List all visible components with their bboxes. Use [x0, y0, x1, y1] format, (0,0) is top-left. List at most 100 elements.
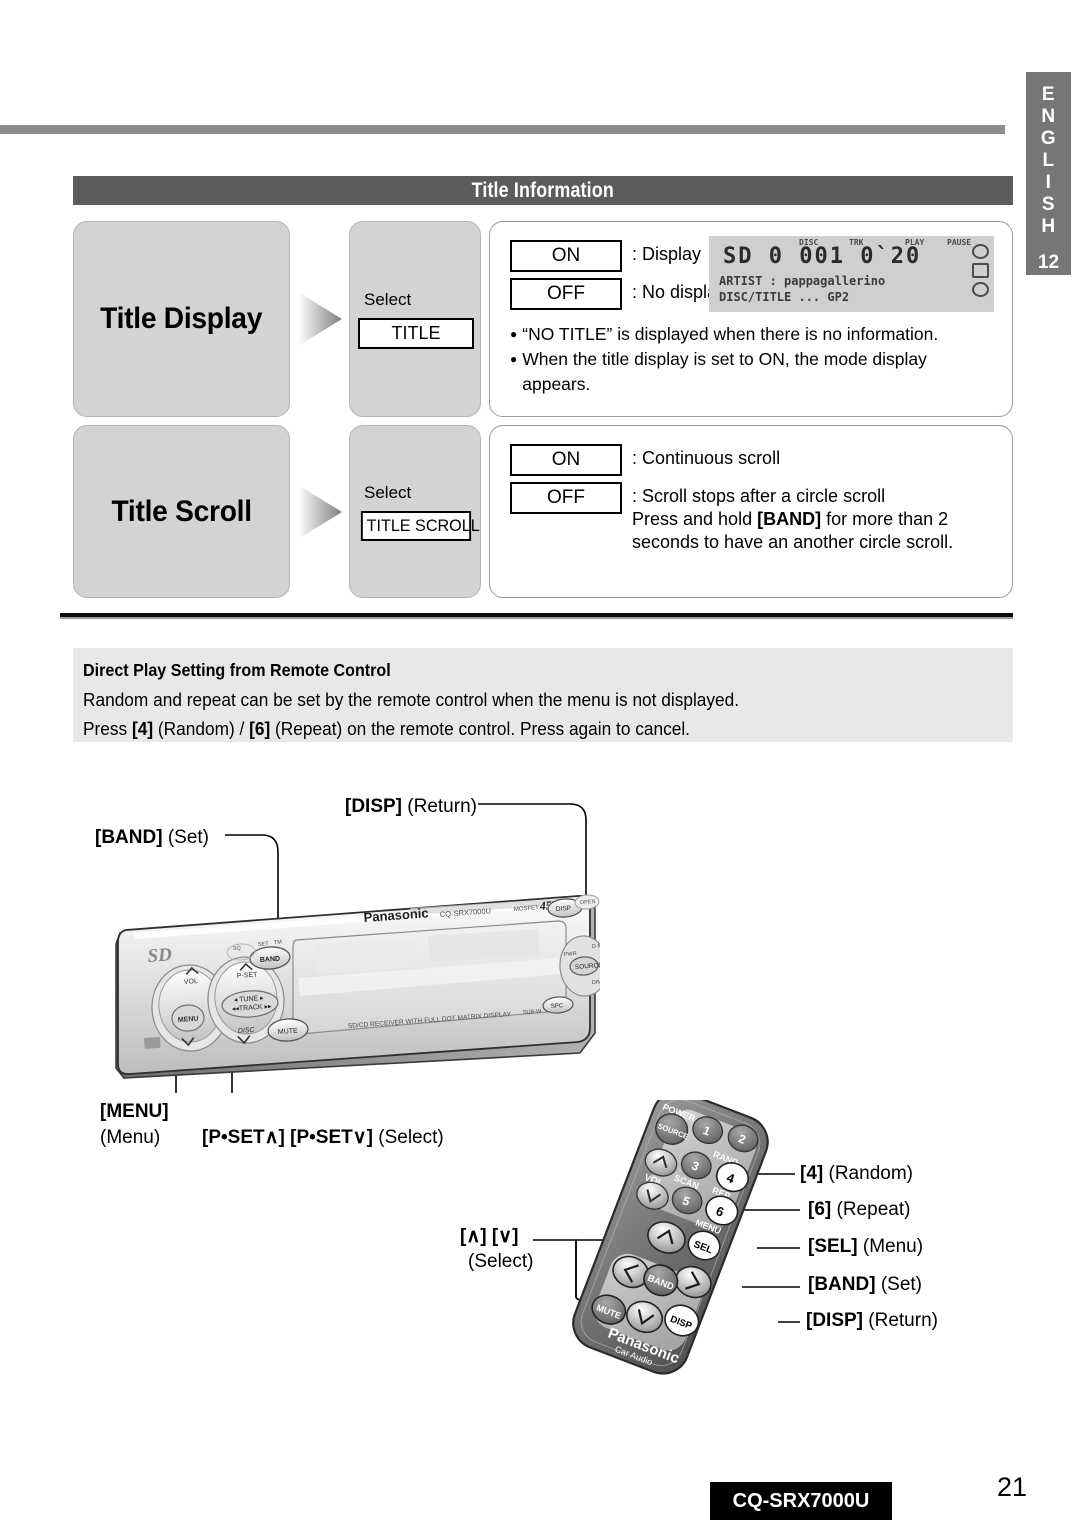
lcd-line-1: SD 0 001 0`20: [723, 244, 922, 269]
lcd-icon-circle-1: [972, 244, 989, 259]
band-button-label: BAND: [260, 956, 281, 964]
lcd-icon-square: [972, 263, 989, 278]
callout-rband-paren: (Set): [875, 1274, 922, 1295]
language-letter: L: [1042, 150, 1055, 171]
dp-mid: (Random) /: [153, 719, 250, 739]
top-divider-rule: [0, 125, 1005, 134]
dim-label: DIM: [592, 979, 600, 986]
lcd-line-2: ARTIST : pappagallerino: [719, 274, 886, 288]
callout-random-paren: (Random): [823, 1163, 913, 1184]
select-step-box: Select TITLE SCROLL: [349, 425, 481, 598]
note-item: ● When the title display is set to ON, t…: [510, 347, 992, 397]
pwr-label: PWR: [564, 951, 577, 958]
callout-rband-key: [BAND]: [808, 1274, 876, 1295]
lcd-status-icons: [972, 244, 989, 297]
menu-key-title-scroll[interactable]: TITLE SCROLL: [360, 510, 480, 541]
arrow-right-icon: [297, 292, 342, 346]
callout-random-key: [4]: [800, 1163, 824, 1184]
extra-line-2: seconds to have an another circle scroll…: [632, 532, 954, 552]
language-letter: G: [1040, 128, 1057, 149]
callout-repeat-key: [6]: [808, 1199, 832, 1220]
notes-list-title-display: ● “NO TITLE” is displayed when there is …: [510, 322, 992, 397]
detail-box-title-scroll: ON : Continuous scroll OFF : Scroll stop…: [489, 425, 1013, 598]
sd-card-logo: SD: [147, 944, 173, 967]
pset-label: P-SET: [237, 972, 259, 980]
callout-band-set: [BAND] (Set): [95, 826, 209, 850]
vol-label: VOL: [184, 978, 199, 986]
hardware-diagram: [BAND] (Set) [DISP] (Return) Panasonic C…: [0, 796, 1080, 1420]
callout-repeat-paren: (Repeat): [831, 1199, 911, 1220]
cd-logo: [144, 1036, 161, 1049]
arrow-right-icon: [297, 484, 342, 539]
language-letter: S: [1041, 194, 1056, 215]
language-letter: H: [1041, 216, 1056, 237]
extra-line-1: Press and hold [BAND] for more than 2: [632, 509, 949, 529]
option-row-on: ON : Continuous scroll: [510, 444, 992, 476]
option-desc-off: : Scroll stops after a circle scroll Pre…: [632, 482, 953, 554]
lcd-small-pause: PAUSE: [947, 238, 972, 247]
callout-band-paren: (Set): [162, 827, 209, 848]
menu-key-title[interactable]: TITLE: [358, 317, 474, 349]
footer-model-badge: CQ-SRX7000U: [710, 1482, 892, 1520]
band-key-ref: [BAND]: [757, 509, 822, 529]
callout-menu-key: [MENU]: [100, 1101, 169, 1122]
select-label: Select: [364, 289, 412, 309]
direct-play-line-2: Press [4] (Random) / [6] (Repeat) on the…: [83, 717, 976, 742]
callout-updown-paren-text: (Select): [468, 1251, 534, 1272]
section-divider-shadow: [60, 617, 1013, 619]
option-desc-on: : Display: [632, 244, 702, 264]
callout-disp-paren: (Return): [402, 796, 477, 817]
option-key-off[interactable]: OFF: [510, 482, 622, 514]
callout-random: [4] (Random): [800, 1162, 913, 1186]
open-button-label: OPEN: [580, 899, 596, 906]
option-desc-on: : Continuous scroll: [632, 448, 781, 468]
feature-name-box: Title Display: [73, 221, 290, 417]
footer-model-text: CQ-SRX7000U: [732, 1489, 870, 1512]
section-header: Title Information: [73, 176, 1013, 205]
callout-rdisp-key: [DISP]: [806, 1310, 863, 1331]
direct-play-panel: Direct Play Setting from Remote Control …: [73, 648, 1013, 742]
procedure-row-title-scroll: Title Scroll Select TITLE SCROLL ON : Co…: [73, 425, 1013, 598]
set-label: SET: [258, 941, 270, 948]
note-text: When the title display is set to ON, the…: [522, 349, 927, 394]
language-letter: I: [1045, 172, 1052, 193]
callout-menu: [MENU]: [100, 1100, 169, 1124]
option-row-off: OFF : Scroll stops after a circle scroll…: [510, 482, 992, 554]
callout-rdisp-paren: (Return): [863, 1310, 938, 1331]
language-letter: E: [1041, 84, 1056, 105]
callout-pset-key: [P•SET∧] [P•SET∨]: [202, 1127, 373, 1148]
dp-post: (Repeat) on the remote control. Press ag…: [270, 719, 690, 739]
flow-arrow: [290, 221, 349, 417]
car-stereo-head-unit: Panasonic CQ-SRX7000U MOSFET 45Wx4 SD/CD…: [110, 878, 609, 1083]
lcd-line-3: DISC/TITLE ... GP2: [719, 290, 850, 304]
callout-sel-menu: [SEL] (Menu): [808, 1235, 923, 1259]
dm-label: D-M: [592, 943, 600, 950]
flow-arrow: [290, 425, 349, 598]
direct-play-line-1: Random and repeat can be set by the remo…: [83, 690, 740, 710]
callout-disp-key: [DISP]: [345, 796, 402, 817]
language-tab: E N G L I S H 12: [1026, 72, 1071, 275]
callout-pset-paren: (Select): [372, 1127, 444, 1148]
callout-updown-paren: (Select): [468, 1250, 533, 1274]
callout-disp-return: [DISP] (Return): [345, 795, 477, 819]
callout-menu-paren: (Menu): [100, 1126, 160, 1150]
option-key-on[interactable]: ON: [510, 444, 622, 476]
callout-sel-key: [SEL]: [808, 1236, 858, 1257]
procedure-row-title-display: Title Display Select TITLE ON : Display …: [73, 221, 1013, 417]
callout-pset: [P•SET∧] [P•SET∨] (Select): [202, 1126, 444, 1150]
menu-button-label: MENU: [178, 1016, 199, 1024]
direct-play-heading: Direct Play Setting from Remote Control: [83, 660, 391, 680]
detail-box-title-display: ON : Display OFF : No display DISC TRK P…: [489, 221, 1013, 417]
bullet-icon: ●: [510, 327, 518, 341]
callout-updown-select: [∧] [∨]: [460, 1225, 518, 1249]
option-key-off[interactable]: OFF: [510, 278, 622, 310]
note-text: “NO TITLE” is displayed when there is no…: [522, 324, 939, 344]
option-key-on[interactable]: ON: [510, 240, 622, 272]
dp-key-6: [6]: [249, 719, 271, 739]
bullet-icon: ●: [510, 352, 518, 366]
feature-name-box: Title Scroll: [73, 425, 290, 598]
callout-sel-paren: (Menu): [857, 1236, 924, 1257]
note-item: ● “NO TITLE” is displayed when there is …: [510, 322, 992, 347]
chapter-number: 12: [1037, 252, 1060, 273]
spc-button-label: SPC: [551, 1003, 564, 1010]
